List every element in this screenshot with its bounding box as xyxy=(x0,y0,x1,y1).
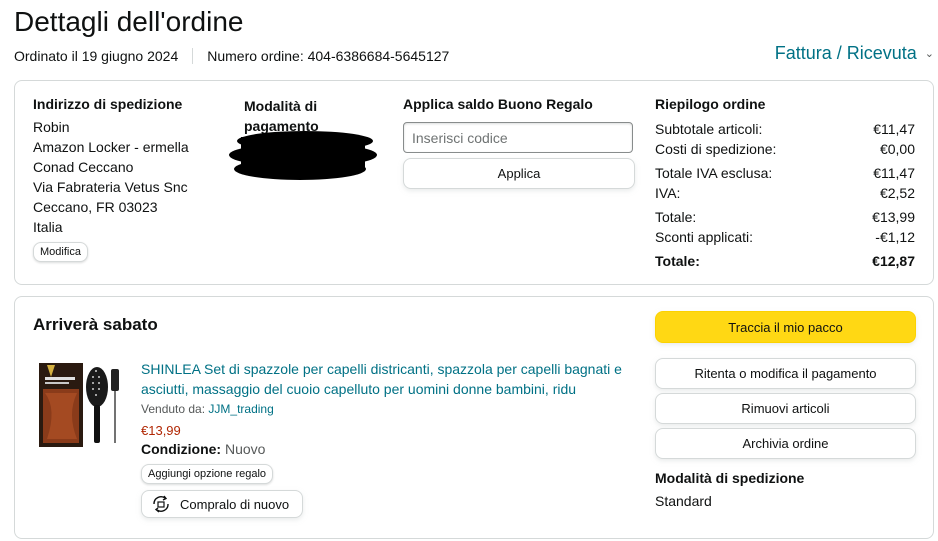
summary-row-value: €11,47 xyxy=(873,165,915,181)
address-line: Via Fabrateria Vetus Snc xyxy=(33,179,188,195)
summary-row-label: IVA: xyxy=(655,185,681,201)
edit-address-button[interactable]: Modifica xyxy=(33,242,88,262)
summary-heading: Riepilogo ordine xyxy=(655,96,766,112)
archive-order-button[interactable]: Archivia ordine xyxy=(655,428,916,459)
address-line: Robin xyxy=(33,119,70,135)
apply-gift-button[interactable]: Applica xyxy=(403,158,635,189)
summary-row: Subtotale articoli: €11,47 xyxy=(655,121,915,137)
condition-label: Condizione: xyxy=(141,441,222,457)
shipping-method-value: Standard xyxy=(655,493,712,509)
summary-row-value: €13,99 xyxy=(872,209,915,225)
remove-items-button[interactable]: Rimuovi articoli xyxy=(655,393,916,424)
summary-row: Totale: €13,99 xyxy=(655,209,915,225)
product-image[interactable] xyxy=(37,359,125,449)
gift-card-section: Applica saldo Buono Regalo xyxy=(403,96,643,112)
summary-row: Costi di spedizione: €0,00 xyxy=(655,141,915,157)
summary-row-label: Totale: xyxy=(655,209,697,225)
gift-card-heading: Applica saldo Buono Regalo xyxy=(403,96,593,112)
summary-row-label: Costi di spedizione: xyxy=(655,141,777,157)
summary-row-label: Totale: xyxy=(655,253,700,269)
sold-by-label: Venduto da: xyxy=(141,402,206,416)
seller-link[interactable]: JJM_trading xyxy=(208,402,273,416)
invoice-label: Fattura / Ricevuta xyxy=(774,43,917,63)
page-title: Dettagli dell'ordine xyxy=(14,6,244,37)
order-summary: Riepilogo ordine Subtotale articoli: €11… xyxy=(655,96,915,276)
add-gift-option-button[interactable]: Aggiungi opzione regalo xyxy=(141,464,274,484)
shipment-card: Arriverà sabato SHINLEA Set di spazzole … xyxy=(14,296,934,539)
summary-row: Totale IVA esclusa: €11,47 xyxy=(655,165,915,181)
summary-row-value: €0,00 xyxy=(879,141,915,157)
summary-row: IVA: €2,52 xyxy=(655,185,915,201)
order-meta: Ordinato il 19 giugno 2024 Numero ordine… xyxy=(14,48,449,64)
shipping-address-section: Indirizzo di spedizione Robin Amazon Loc… xyxy=(33,96,223,262)
shipping-address-heading: Indirizzo di spedizione xyxy=(33,96,183,112)
summary-row-value: -€1,12 xyxy=(875,229,915,245)
address-line: Ceccano, FR 03023 xyxy=(33,199,158,215)
buy-again-button[interactable]: Compralo di nuovo xyxy=(141,490,303,518)
summary-row-label: Sconti applicati: xyxy=(655,229,754,245)
product-title[interactable]: SHINLEA Set di spazzole per capelli dist… xyxy=(141,361,622,397)
gift-code-input[interactable]: Inserisci codice xyxy=(403,122,633,153)
retry-payment-button[interactable]: Ritenta o modifica il pagamento xyxy=(655,358,916,389)
sold-by: Venduto da: JJM_trading xyxy=(141,402,274,416)
order-info-card: Indirizzo di spedizione Robin Amazon Loc… xyxy=(14,80,934,285)
summary-row-value: €11,47 xyxy=(873,121,915,137)
summary-row-label: Totale IVA esclusa: xyxy=(655,165,773,181)
summary-row-value: €2,52 xyxy=(879,185,915,201)
product-price: €13,99 xyxy=(141,423,181,438)
summary-grand-total: Totale: €12,87 xyxy=(655,253,915,269)
address-line: Conad Ceccano xyxy=(33,159,134,175)
payment-heading-line: Modalità di xyxy=(244,98,318,114)
address-line: Amazon Locker - ermella xyxy=(33,139,189,155)
summary-row-label: Subtotale articoli: xyxy=(655,121,763,137)
shipping-method-heading: Modalità di spedizione xyxy=(655,470,805,486)
redaction-mark xyxy=(229,131,377,180)
summary-row: Sconti applicati: -€1,12 xyxy=(655,229,915,245)
product-title-link[interactable]: SHINLEA Set di spazzole per capelli dist… xyxy=(141,359,631,399)
product-condition: Condizione: Nuovo xyxy=(141,441,265,457)
divider xyxy=(192,48,194,64)
invoice-dropdown[interactable]: Fattura / Ricevuta ⌄ xyxy=(775,43,934,64)
buy-again-label: Compralo di nuovo xyxy=(180,496,290,512)
chevron-down-icon: ⌄ xyxy=(924,48,934,60)
address-line: Italia xyxy=(33,219,63,235)
track-package-button[interactable]: Traccia il mio pacco xyxy=(655,311,916,343)
summary-row-value: €12,87 xyxy=(872,253,915,269)
condition-value: Nuovo xyxy=(225,441,266,457)
delivery-status: Arriverà sabato xyxy=(33,315,158,334)
order-number: Numero ordine: 404-6386684-5645127 xyxy=(207,48,450,64)
shipping-address-lines: Robin Amazon Locker - ermella Conad Cecc… xyxy=(33,117,223,237)
buy-again-icon xyxy=(153,495,169,513)
order-date: Ordinato il 19 giugno 2024 xyxy=(14,48,179,64)
